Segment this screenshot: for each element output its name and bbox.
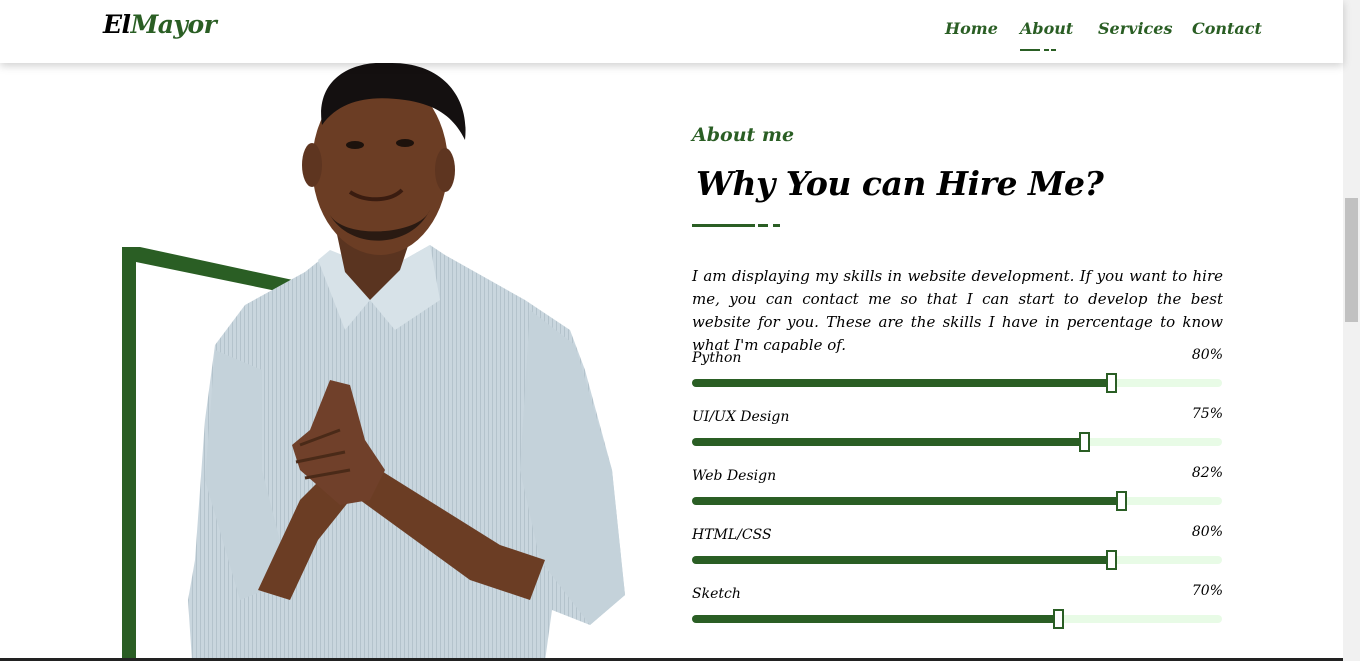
- skill-percent: 80%: [1191, 347, 1223, 363]
- skill-percent: 82%: [1191, 465, 1223, 481]
- scrollbar-thumb[interactable]: [1345, 198, 1358, 322]
- skill-web-design: Web Design 82%: [692, 465, 1223, 518]
- skill-track: [692, 550, 1222, 570]
- nav-services-link[interactable]: Services: [1098, 19, 1172, 38]
- skill-fill: [692, 615, 1058, 623]
- skill-name: HTML/CSS: [692, 527, 772, 543]
- main-nav: Home About Services Contact: [0, 19, 1343, 49]
- page-scrollbar[interactable]: [1343, 0, 1360, 661]
- skill-slider-thumb[interactable]: [1105, 373, 1117, 393]
- skill-name: UI/UX Design: [692, 409, 790, 425]
- nav-contact-link[interactable]: Contact: [1192, 19, 1262, 38]
- skill-slider-thumb[interactable]: [1052, 609, 1064, 629]
- skill-slider-thumb[interactable]: [1116, 491, 1128, 511]
- skill-track: [692, 432, 1222, 452]
- skill-fill: [692, 438, 1085, 446]
- skill-fill: [692, 556, 1111, 564]
- skill-ui-ux-design: UI/UX Design 75%: [692, 406, 1223, 459]
- section-subtitle: About me: [692, 124, 795, 146]
- skill-track: [692, 491, 1222, 511]
- skill-name: Python: [692, 350, 742, 366]
- skill-fill: [692, 497, 1122, 505]
- skill-fill: [692, 379, 1111, 387]
- skill-percent: 75%: [1191, 406, 1223, 422]
- skill-html-css: HTML/CSS 80%: [692, 524, 1223, 577]
- about-description: I am displaying my skills in website dev…: [692, 267, 1223, 354]
- skill-name: Web Design: [692, 468, 777, 484]
- skill-sketch: Sketch 70%: [692, 583, 1223, 636]
- nav-about-link[interactable]: About: [1020, 19, 1073, 38]
- skill-python: Python 80%: [692, 347, 1223, 400]
- skill-track: [692, 373, 1222, 393]
- skill-slider-thumb[interactable]: [1105, 550, 1117, 570]
- skill-percent: 80%: [1191, 524, 1223, 540]
- skill-name: Sketch: [692, 586, 741, 602]
- nav-home-link[interactable]: Home: [945, 19, 998, 38]
- site-header: ElMayor Home About Services Contact: [0, 0, 1343, 63]
- skill-slider-thumb[interactable]: [1079, 432, 1091, 452]
- skill-track: [692, 609, 1222, 629]
- section-title: Why You can Hire Me?: [696, 164, 1104, 203]
- skill-percent: 70%: [1191, 583, 1223, 599]
- profile-portrait-image: [188, 62, 625, 661]
